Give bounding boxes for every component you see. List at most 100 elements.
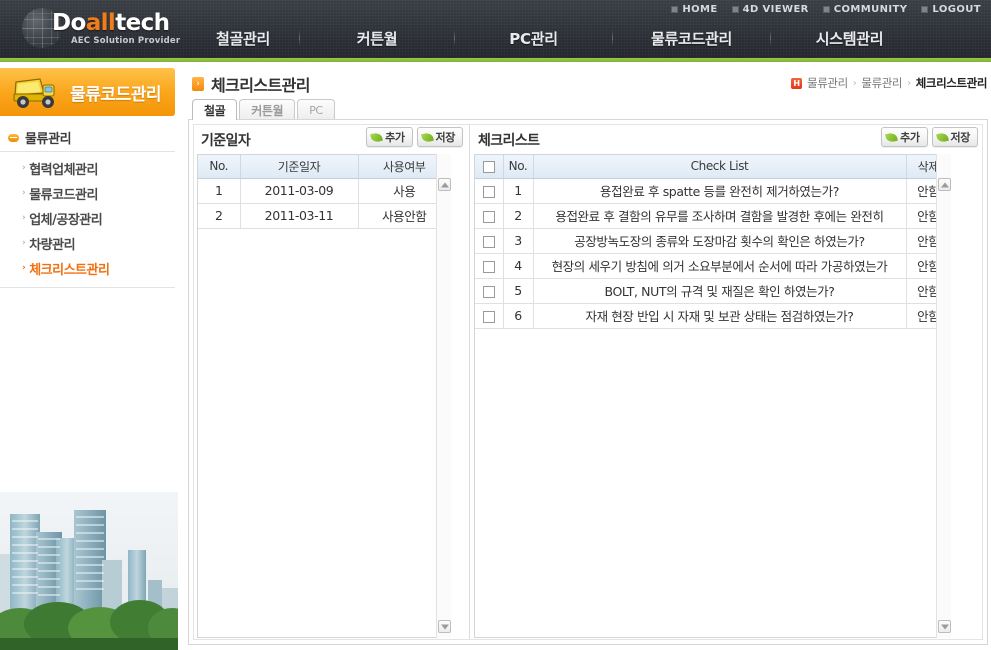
home-icon[interactable]: H <box>791 77 803 89</box>
sidebar-item-label: 업체/공장관리 <box>29 213 103 228</box>
page-title-row: › 체크리스트관리 <box>192 72 310 96</box>
chevron-right-icon: › <box>22 188 26 198</box>
util-nav-logout[interactable]: LOGOUT <box>921 4 981 15</box>
cell-no: 6 <box>503 303 534 329</box>
row-checkbox[interactable] <box>482 260 495 273</box>
row-checkbox[interactable] <box>482 210 495 223</box>
nav-item-curtainwall[interactable]: 커튼월 <box>301 28 453 49</box>
row-checkbox[interactable] <box>482 185 495 198</box>
base-date-table: No. 기준일자 사용여부 1 2011-03-09 사용 2 2011-03-… <box>198 155 450 229</box>
cell-no: 4 <box>503 253 534 279</box>
tab-cheolgol[interactable]: 철골 <box>192 99 238 120</box>
table-row[interactable]: 1 2011-03-09 사용 <box>198 178 450 204</box>
util-nav-label: 4D VIEWER <box>742 4 809 15</box>
breadcrumb-separator: › <box>852 77 857 89</box>
right-scrollbar[interactable] <box>936 154 951 638</box>
nav-item-pc[interactable]: PC관리 <box>456 28 611 49</box>
table-row[interactable]: 1 용접완료 후 spatte 등를 완전히 제거하였는가? 안함 <box>475 178 950 204</box>
logo-tagline: AEC Solution Provider <box>71 36 181 46</box>
logo-wordmark: Doalltech <box>52 10 170 36</box>
panel-divider <box>469 125 470 639</box>
leaf-icon <box>935 131 949 143</box>
tab-curtainwall[interactable]: 커튼월 <box>239 99 296 120</box>
row-checkbox[interactable] <box>482 235 495 248</box>
cell-check-text: 공장방녹도장의 종류와 도장마감 횟수의 확인은 하였는가? <box>533 228 907 254</box>
tab-pc[interactable]: PC <box>297 99 335 120</box>
chevron-right-icon: › <box>22 263 26 273</box>
nav-item-cheolgol[interactable]: 철골관리 <box>188 28 298 49</box>
util-nav-community[interactable]: COMMUNITY <box>822 4 908 15</box>
table-row[interactable]: 6 자재 현장 반입 시 자재 및 보관 상태는 점검하였는가? 안함 <box>475 303 950 329</box>
cell-no: 2 <box>503 203 534 229</box>
right-add-button[interactable]: 추가 <box>881 127 928 147</box>
select-all-checkbox[interactable] <box>482 160 495 173</box>
site-logo[interactable]: Doalltech AEC Solution Provider <box>8 2 183 54</box>
util-nav-4d-viewer[interactable]: 4D VIEWER <box>731 4 809 15</box>
breadcrumb-item-2[interactable]: 물류관리 <box>861 75 902 91</box>
sidebar-item-label: 체크리스트관리 <box>29 263 110 278</box>
right-scroll-down-button[interactable] <box>938 620 951 633</box>
right-save-button[interactable]: 저장 <box>931 127 978 147</box>
sidebar-item-vehicle[interactable]: › 차량관리 <box>0 231 175 256</box>
left-add-button[interactable]: 추가 <box>366 127 413 147</box>
sidebar-banner-title: 물류코드관리 <box>70 85 161 105</box>
cell-no: 2 <box>198 203 241 229</box>
cell-date: 2011-03-09 <box>240 178 359 204</box>
nav-item-system[interactable]: 시스템관리 <box>772 28 927 49</box>
util-nav-label: COMMUNITY <box>833 4 908 15</box>
table-row[interactable]: 3 공장방녹도장의 종류와 도장마감 횟수의 확인은 하였는가? 안함 <box>475 228 950 254</box>
base-date-grid: No. 기준일자 사용여부 1 2011-03-09 사용 2 2011-03-… <box>197 154 451 638</box>
nav-separator <box>612 30 613 46</box>
sidebar-group-header[interactable]: 물류관리 <box>0 124 175 152</box>
util-nav-label: HOME <box>682 4 718 15</box>
button-label: 저장 <box>950 131 971 144</box>
sidebar-submenu: › 협력업체관리 › 물류코드관리 › 업체/공장관리 › 차량관리 › 체크리… <box>0 152 175 288</box>
sidebar-item-partner-company[interactable]: › 협력업체관리 <box>0 156 175 181</box>
bullet-icon <box>671 6 679 13</box>
table-header-row: No. Check List 삭제 <box>475 155 950 179</box>
cell-no: 3 <box>503 228 534 254</box>
sidebar: 물류코드관리 물류관리 › 협력업체관리 › 물류코드관리 › 업체/공장관리 … <box>0 62 178 650</box>
sidebar-group-logistics: 물류관리 › 협력업체관리 › 물류코드관리 › 업체/공장관리 › 차량관리 … <box>0 124 175 288</box>
breadcrumb: H 물류관리 › 물류관리 › 체크리스트관리 <box>791 75 987 91</box>
table-row[interactable]: 4 현장의 세우기 방침에 의거 소요부분에서 순서에 따라 가공하였는가 안함 <box>475 253 950 279</box>
table-row[interactable]: 5 BOLT, NUT의 규격 및 재질은 확인 하였는가? 안함 <box>475 278 950 304</box>
left-save-button[interactable]: 저장 <box>416 127 463 147</box>
leaf-icon <box>885 131 899 143</box>
cell-checkbox <box>475 253 504 279</box>
row-checkbox[interactable] <box>482 285 495 298</box>
dump-truck-icon <box>13 78 55 108</box>
checklist-table: No. Check List 삭제 1 용접완료 후 spatte 등를 완전히… <box>475 155 950 329</box>
leaf-icon <box>370 131 384 143</box>
top-header: Doalltech AEC Solution Provider HOME 4D … <box>0 0 991 58</box>
chevron-right-icon: › <box>22 213 26 223</box>
sidebar-item-company-factory[interactable]: › 업체/공장관리 <box>0 206 175 231</box>
cell-check-text: 자재 현장 반입 시 자재 및 보관 상태는 점검하였는가? <box>533 303 907 329</box>
left-scroll-up-button[interactable] <box>438 178 451 191</box>
nav-separator <box>770 30 771 46</box>
sidebar-item-label: 물류코드관리 <box>29 188 98 203</box>
left-scroll-down-button[interactable] <box>438 620 451 633</box>
panel-inner: 기준일자 추가 저장 No. 기준일자 사용여부 1 2011-03-09 사용… <box>193 124 983 640</box>
right-scroll-up-button[interactable] <box>938 178 951 191</box>
right-panel-title: 체크리스트 <box>478 133 540 149</box>
sidebar-item-logistics-code[interactable]: › 물류코드관리 <box>0 181 175 206</box>
left-scrollbar[interactable] <box>436 154 451 638</box>
cell-checkbox <box>475 178 504 204</box>
left-panel-title: 기준일자 <box>201 133 251 149</box>
nav-item-logistics-code[interactable]: 물류코드관리 <box>614 28 769 49</box>
breadcrumb-item-1[interactable]: 물류관리 <box>807 75 848 91</box>
arrow-down-icon <box>440 624 449 629</box>
table-row[interactable]: 2 2011-03-11 사용안함 <box>198 203 450 229</box>
button-label: 추가 <box>900 131 920 144</box>
cell-no: 1 <box>198 178 241 204</box>
table-row[interactable]: 2 용접완료 후 결함의 유무를 조사하며 결함을 발경한 후에는 완전히 안함 <box>475 203 950 229</box>
cell-check-text: 용접완료 후 spatte 등를 완전히 제거하였는가? <box>533 178 907 204</box>
main-nav: 철골관리 커튼월 PC관리 물류코드관리 시스템관리 <box>188 18 927 58</box>
arrow-up-icon <box>940 182 949 187</box>
chevron-right-icon: › <box>22 163 26 173</box>
sidebar-item-checklist[interactable]: › 체크리스트관리 <box>0 256 175 281</box>
row-checkbox[interactable] <box>482 310 495 323</box>
breadcrumb-separator: › <box>907 77 911 89</box>
util-nav-home[interactable]: HOME <box>671 4 717 15</box>
